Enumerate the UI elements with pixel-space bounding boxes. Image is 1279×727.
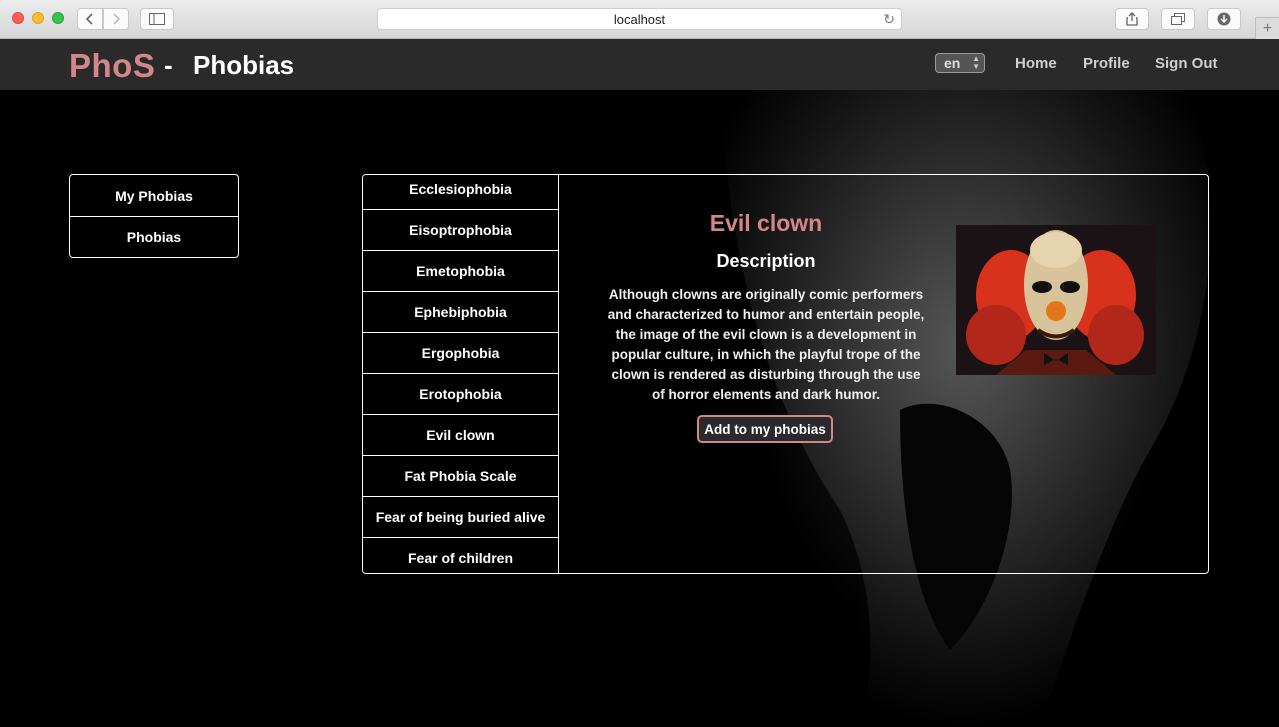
site-navbar: PhoS - Phobias en ▲ ▼ Home Profile Sign O… — [0, 39, 1279, 90]
select-arrows-icon: ▲ ▼ — [972, 54, 980, 71]
chevron-right-icon — [113, 13, 121, 25]
nav-signout-link[interactable]: Sign Out — [1155, 55, 1218, 72]
share-icon — [1126, 12, 1138, 26]
show-tabs-button[interactable] — [1161, 8, 1195, 30]
language-select[interactable]: en ▲ ▼ — [935, 53, 985, 73]
phobia-title: Evil clown — [709, 210, 823, 236]
page-title: Phobias — [193, 50, 295, 80]
list-item[interactable]: Emetophobia — [363, 251, 558, 292]
forward-button[interactable] — [103, 8, 129, 30]
share-button[interactable] — [1115, 8, 1149, 30]
download-icon — [1217, 12, 1231, 26]
menu-item-phobias[interactable]: Phobias — [70, 216, 238, 257]
nav-home-link[interactable]: Home — [1015, 55, 1057, 72]
sidebar-icon — [149, 13, 165, 25]
evil-clown-image — [956, 225, 1156, 375]
list-item[interactable]: Fat Phobia Scale — [363, 456, 558, 497]
chevron-left-icon — [85, 13, 93, 25]
url-text: localhost — [613, 11, 666, 27]
close-window-button[interactable] — [12, 12, 24, 24]
list-item[interactable]: Fear of children — [363, 538, 558, 573]
left-menu: My Phobias Phobias — [69, 174, 239, 258]
list-item[interactable]: Fear of being buried alive — [363, 497, 558, 538]
list-item-selected[interactable]: Evil clown — [363, 415, 558, 456]
new-tab-button[interactable]: + — [1255, 17, 1279, 39]
list-item[interactable]: Erotophobia — [363, 374, 558, 415]
description-heading: Description — [716, 251, 816, 271]
brand-logo[interactable]: PhoS — [69, 47, 155, 85]
plus-icon: + — [1262, 19, 1273, 37]
downloads-button[interactable] — [1207, 8, 1241, 30]
language-value: en — [944, 55, 961, 71]
list-item[interactable]: Ecclesiophobia — [363, 175, 558, 210]
nav-profile-link[interactable]: Profile — [1083, 55, 1130, 72]
sidebar-toggle-button[interactable] — [140, 8, 174, 30]
list-item[interactable]: Ephebiphobia — [363, 292, 558, 333]
brand-separator: - — [164, 50, 173, 80]
menu-item-my-phobias[interactable]: My Phobias — [70, 175, 238, 216]
minimize-window-button[interactable] — [32, 12, 44, 24]
reload-icon[interactable]: ↻ — [883, 11, 895, 28]
phobia-list[interactable]: Ecclesiophobia Eisoptrophobia Emetophobi… — [363, 175, 559, 573]
description-text: Although clowns are originally comic per… — [607, 287, 925, 402]
phobia-image — [956, 225, 1156, 375]
list-item[interactable]: Ergophobia — [363, 333, 558, 374]
address-bar[interactable]: localhost ↻ — [377, 8, 902, 30]
add-to-my-phobias-button[interactable]: Add to my phobias — [697, 415, 833, 443]
tabs-icon — [1171, 13, 1185, 25]
zoom-window-button[interactable] — [52, 12, 64, 24]
browser-toolbar: localhost ↻ + — [0, 0, 1279, 39]
list-item[interactable]: Eisoptrophobia — [363, 210, 558, 251]
phobia-panel: Ecclesiophobia Eisoptrophobia Emetophobi… — [362, 174, 1209, 574]
back-button[interactable] — [77, 8, 103, 30]
